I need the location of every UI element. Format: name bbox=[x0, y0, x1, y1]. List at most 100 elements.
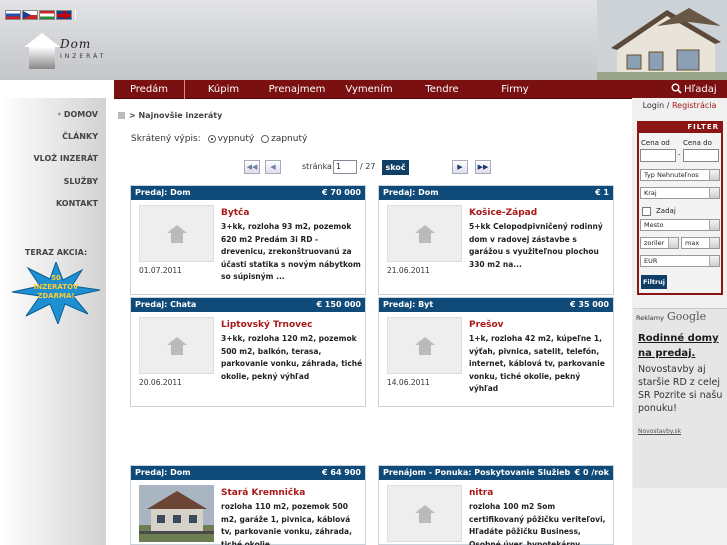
region-select-value: Kraj bbox=[644, 189, 657, 197]
filter-button[interactable]: Filtruj bbox=[641, 275, 667, 289]
listing-title[interactable]: Bytča bbox=[221, 208, 249, 218]
flag-hungarian-icon[interactable] bbox=[39, 10, 55, 20]
listing-title[interactable]: Prešov bbox=[469, 320, 504, 330]
listing-date: 21.06.2011 bbox=[387, 266, 430, 275]
city-select[interactable]: Mesto bbox=[640, 219, 720, 231]
listing-card[interactable]: Prenájom - Ponuka: Poskytovanie Služieb €… bbox=[378, 465, 614, 545]
promo-banner[interactable]: TERAZ AKCIA: 50 INZERÁTOV ZDARMA! bbox=[10, 248, 102, 328]
breadcrumb-icon bbox=[118, 112, 125, 119]
nav-predam[interactable]: Predám bbox=[124, 80, 174, 99]
login-link[interactable]: Login bbox=[643, 101, 665, 110]
leftnav-domov-label: DOMOV bbox=[63, 110, 98, 119]
promo-line: ZDARMA! bbox=[37, 292, 75, 300]
radio-vypnuty[interactable] bbox=[207, 134, 216, 143]
nav-hladaj[interactable]: Hľadaj bbox=[684, 80, 724, 99]
chevron-down-icon bbox=[709, 220, 719, 230]
logo-roof-icon bbox=[24, 33, 60, 47]
listing-date: 14.06.2011 bbox=[387, 378, 430, 387]
flag-slovak-icon[interactable] bbox=[5, 10, 21, 20]
first-page-icon[interactable]: ◀◀ bbox=[244, 160, 260, 174]
listing-card[interactable]: Predaj: Byt € 35 000 Prešov 1+k, rozloha … bbox=[378, 297, 614, 407]
type-select[interactable]: Typ Nehnuteľnos bbox=[640, 169, 720, 181]
listing-header: Predaj: Chata € 150 000 bbox=[131, 298, 365, 312]
listing-description: rozloha 110 m2, pozemok 500 m2, garáže 1… bbox=[221, 502, 352, 545]
max-select-value: max bbox=[685, 239, 700, 247]
price-from-input[interactable] bbox=[640, 149, 676, 162]
listing-date: 01.07.2011 bbox=[139, 266, 182, 275]
listing-price: € 70 000 bbox=[322, 188, 361, 197]
leftnav-kontakt[interactable]: KONTAKT bbox=[56, 199, 98, 208]
listing-placeholder-image[interactable] bbox=[387, 485, 462, 542]
zadaj-label: Zadaj bbox=[656, 207, 676, 215]
nav-firmy[interactable]: Firmy bbox=[489, 80, 541, 99]
type-select-value: Typ Nehnuteľnos bbox=[644, 171, 699, 179]
filter-panel: FILTER Cena od Cena do - Typ Nehnuteľnos… bbox=[637, 121, 723, 295]
listing-placeholder-image[interactable] bbox=[139, 205, 214, 262]
listing-placeholder-image[interactable] bbox=[387, 205, 462, 262]
flag-english-icon[interactable] bbox=[56, 10, 72, 20]
listing-price: € 0 /rok bbox=[574, 468, 609, 477]
zadaj-checkbox[interactable] bbox=[642, 207, 651, 216]
listing-placeholder-image[interactable] bbox=[139, 317, 214, 374]
nav-tendre[interactable]: Tendre bbox=[414, 80, 470, 99]
sort-select[interactable]: zoriler bbox=[640, 237, 679, 249]
price-to-input[interactable] bbox=[683, 149, 719, 162]
price-to-label: Cena do bbox=[683, 139, 712, 147]
leftnav-clanky[interactable]: ČLÁNKY bbox=[62, 132, 98, 141]
listing-header: Predaj: Dom € 1 bbox=[379, 186, 613, 200]
main-navigation: Predám Kúpim Prenajmem Vymením Tendre Fi… bbox=[114, 80, 727, 99]
view-label: Skrátený výpis: bbox=[131, 134, 201, 144]
radio-vypnuty-label: vypnutý bbox=[217, 134, 255, 144]
listing-category: Predaj: Chata bbox=[135, 300, 197, 309]
chevron-down-icon bbox=[668, 238, 678, 248]
ad-link[interactable]: Novostavby.sk bbox=[638, 428, 681, 435]
listing-header: Predaj: Dom € 70 000 bbox=[131, 186, 365, 200]
prev-page-icon[interactable]: ◀ bbox=[265, 160, 281, 174]
site-logo[interactable]: Dom INZERÁT bbox=[24, 33, 104, 73]
listing-card[interactable]: Predaj: Dom € 70 000 Bytča 3+kk, rozloha … bbox=[130, 185, 366, 295]
search-icon[interactable] bbox=[671, 83, 682, 94]
nav-kupim[interactable]: Kúpim bbox=[184, 80, 262, 99]
language-switcher bbox=[5, 10, 76, 20]
listing-title[interactable]: Košice-Západ bbox=[469, 208, 537, 218]
leftnav-sluzby[interactable]: SLUŽBY bbox=[64, 177, 98, 186]
page-label: stránka: bbox=[302, 162, 335, 171]
radio-zapnuty[interactable] bbox=[261, 134, 270, 143]
listing-photo[interactable] bbox=[139, 485, 214, 542]
nav-prenajmem[interactable]: Prenajmem bbox=[262, 80, 332, 99]
listing-price: € 64 900 bbox=[322, 468, 361, 477]
page-total: / 27 bbox=[360, 162, 376, 171]
promo-count: 50 bbox=[51, 274, 61, 282]
listing-header: Prenájom - Ponuka: Poskytovanie Služieb €… bbox=[379, 466, 613, 480]
listing-card[interactable]: Predaj: Dom € 64 900 Stará Kremnička rozl… bbox=[130, 465, 366, 545]
google-ad: Reklamy Google Rodinné domy na predaj. N… bbox=[633, 308, 727, 488]
listing-placeholder-image[interactable] bbox=[387, 317, 462, 374]
listing-price: € 150 000 bbox=[316, 300, 361, 309]
register-link[interactable]: Registrácia bbox=[672, 101, 716, 110]
flag-czech-icon[interactable] bbox=[22, 10, 38, 20]
listing-card[interactable]: Predaj: Dom € 1 Košice-Západ 5+kk Celopod… bbox=[378, 185, 614, 295]
max-select[interactable]: max bbox=[681, 237, 720, 249]
listing-description: rozloha 100 m2 Som certifikovaný pôžičku… bbox=[469, 502, 606, 545]
page-number-input[interactable]: 1 bbox=[333, 160, 357, 174]
ad-headline[interactable]: Rodinné domy na predaj. bbox=[638, 331, 724, 361]
currency-select[interactable]: EUR bbox=[640, 255, 720, 267]
go-button[interactable]: skoč bbox=[382, 160, 409, 175]
price-dash: - bbox=[678, 151, 681, 159]
logo-name: Dom bbox=[60, 37, 92, 51]
region-select[interactable]: Kraj bbox=[640, 187, 720, 199]
listing-card[interactable]: Predaj: Chata € 150 000 Liptovský Trnovec… bbox=[130, 297, 366, 407]
right-sidebar: Login / Registrácia FILTER Cena od Cena … bbox=[632, 98, 727, 545]
nav-vymenim[interactable]: Vymením bbox=[336, 80, 402, 99]
city-select-value: Mesto bbox=[644, 221, 664, 229]
listing-title[interactable]: nitra bbox=[469, 488, 493, 498]
listing-category: Predaj: Dom bbox=[383, 188, 439, 197]
listing-title[interactable]: Liptovský Trnovec bbox=[221, 320, 312, 330]
leftnav-vloz-inzerat[interactable]: VLOŽ INZERÁT bbox=[33, 154, 98, 163]
view-toggle: Skrátený výpis: vypnutý zapnutý bbox=[131, 134, 307, 144]
filter-form: Cena od Cena do - Typ Nehnuteľnos Kraj Z… bbox=[639, 133, 721, 293]
listing-title[interactable]: Stará Kremnička bbox=[221, 488, 305, 498]
last-page-icon[interactable]: ▶▶ bbox=[475, 160, 491, 174]
leftnav-domov[interactable]: • DOMOV bbox=[57, 110, 98, 119]
next-page-icon[interactable]: ▶ bbox=[452, 160, 468, 174]
